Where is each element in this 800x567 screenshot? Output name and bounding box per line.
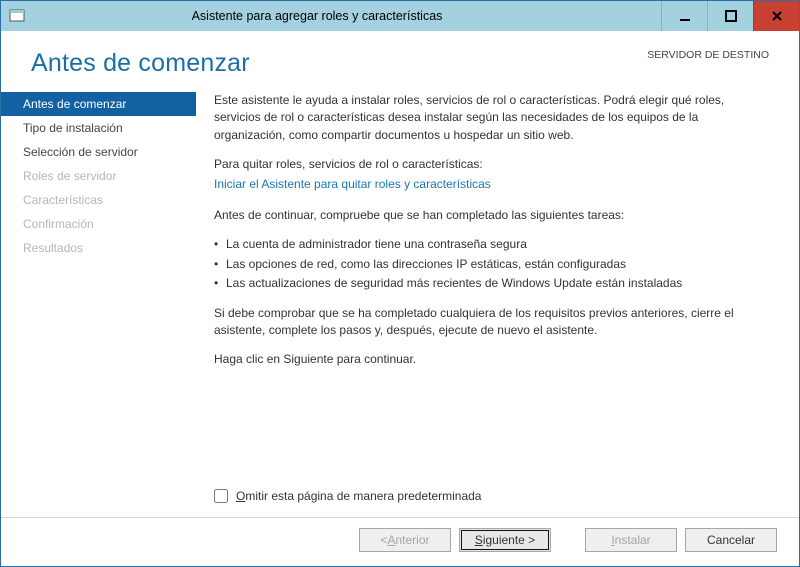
- step-installation-type[interactable]: Tipo de instalación: [1, 116, 196, 140]
- precheck-label: Antes de continuar, compruebe que se han…: [214, 207, 771, 224]
- wizard-window: Asistente para agregar roles y caracterí…: [0, 0, 800, 567]
- skip-page-label[interactable]: Omitir esta página de manera predetermin…: [236, 488, 481, 505]
- precheck-item: Las opciones de red, como las direccione…: [214, 256, 771, 273]
- step-server-roles: Roles de servidor: [1, 164, 196, 188]
- wizard-steps-sidebar: Antes de comenzar Tipo de instalación Se…: [1, 86, 196, 517]
- minimize-button[interactable]: [661, 1, 707, 31]
- wizard-footer: < Anterior Siguiente > Instalar Cancelar: [1, 517, 799, 566]
- titlebar: Asistente para agregar roles y caracterí…: [1, 1, 799, 31]
- window-title: Asistente para agregar roles y caracterí…: [0, 9, 661, 23]
- cancel-button[interactable]: Cancelar: [685, 528, 777, 552]
- header: Antes de comenzar SERVIDOR DE DESTINO: [1, 31, 799, 86]
- step-before-you-begin[interactable]: Antes de comenzar: [1, 92, 196, 116]
- back-button: < Anterior: [359, 528, 451, 552]
- remove-roles-label: Para quitar roles, servicios de rol o ca…: [214, 156, 771, 173]
- skip-page-checkbox[interactable]: [214, 489, 228, 503]
- maximize-button[interactable]: [707, 1, 753, 31]
- next-button[interactable]: Siguiente >: [459, 528, 551, 552]
- step-confirmation: Confirmación: [1, 212, 196, 236]
- page-title: Antes de comenzar: [31, 49, 250, 78]
- precheck-list: La cuenta de administrador tiene una con…: [214, 236, 771, 292]
- destination-server: SERVIDOR DE DESTINO: [647, 49, 769, 63]
- precheck-item: La cuenta de administrador tiene una con…: [214, 236, 771, 253]
- dest-label: SERVIDOR DE DESTINO: [647, 49, 769, 63]
- step-server-selection[interactable]: Selección de servidor: [1, 140, 196, 164]
- step-features: Características: [1, 188, 196, 212]
- proceed-text: Haga clic en Siguiente para continuar.: [214, 351, 771, 368]
- skip-page-row: Omitir esta página de manera predetermin…: [214, 488, 481, 505]
- verify-text: Si debe comprobar que se ha completado c…: [214, 305, 771, 340]
- content-pane: Este asistente le ayuda a instalar roles…: [196, 86, 799, 517]
- remove-roles-link[interactable]: Iniciar el Asistente para quitar roles y…: [214, 177, 491, 191]
- install-button: Instalar: [585, 528, 677, 552]
- close-button[interactable]: [753, 1, 799, 31]
- step-results: Resultados: [1, 236, 196, 260]
- intro-text: Este asistente le ayuda a instalar roles…: [214, 92, 771, 144]
- precheck-item: Las actualizaciones de seguridad más rec…: [214, 275, 771, 292]
